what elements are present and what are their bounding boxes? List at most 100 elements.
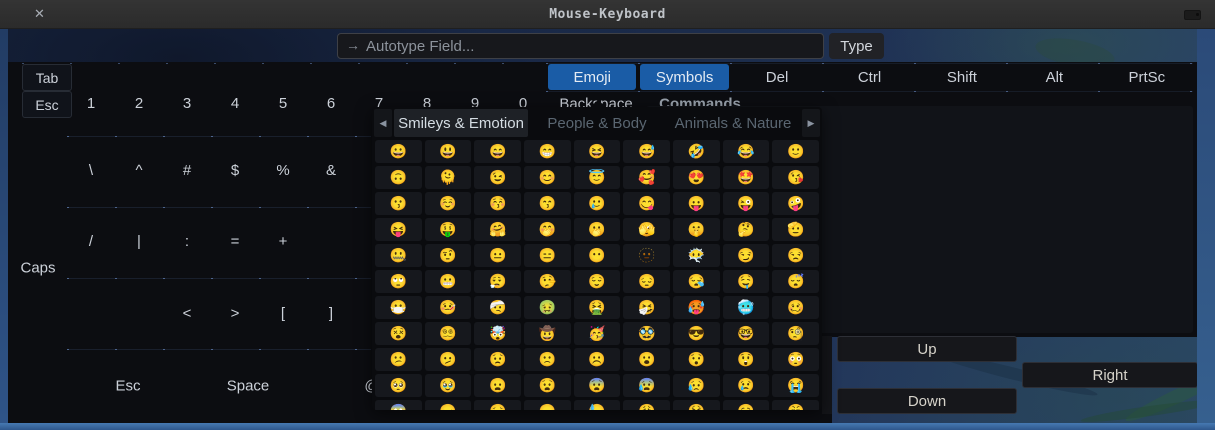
emoji-key[interactable]: ☹️ xyxy=(574,348,621,371)
emoji-key[interactable]: 😧 xyxy=(524,374,571,397)
symbol-key[interactable]: < xyxy=(163,300,211,328)
number-key[interactable]: 3 xyxy=(163,90,211,117)
emoji-key[interactable]: 🤫 xyxy=(673,218,720,241)
number-key[interactable]: 5 xyxy=(259,90,307,117)
emoji-key[interactable]: 😥 xyxy=(673,374,720,397)
right-button[interactable]: Right xyxy=(1022,362,1198,388)
emoji-key[interactable]: 😗 xyxy=(375,192,422,215)
emoji-key[interactable]: 😶 xyxy=(574,244,621,267)
emoji-key[interactable]: 🤨 xyxy=(425,244,472,267)
symbol-key[interactable]: > xyxy=(211,300,259,328)
emoji-key[interactable]: 😪 xyxy=(673,270,720,293)
symbol-key[interactable]: \ xyxy=(67,157,115,185)
emoji-key[interactable]: 😴 xyxy=(772,270,819,293)
symbol-key[interactable]: [ xyxy=(259,300,307,328)
emoji-key[interactable]: 😓 xyxy=(574,400,621,410)
emoji-key[interactable]: 😂 xyxy=(723,140,770,163)
emoji-key[interactable]: 🤠 xyxy=(524,322,571,345)
autotype-input[interactable] xyxy=(337,33,824,59)
emoji-key[interactable]: 🤓 xyxy=(723,322,770,345)
emoji-key[interactable]: 😶‍🌫️ xyxy=(673,244,720,267)
emoji-key[interactable]: 😲 xyxy=(723,348,770,371)
emoji-key[interactable]: 😭 xyxy=(772,374,819,397)
emoji-key[interactable]: 🤕 xyxy=(474,296,521,319)
action-key[interactable]: Symbols xyxy=(640,64,728,90)
emoji-key[interactable]: 🥴 xyxy=(772,296,819,319)
symbol-key[interactable]: $ xyxy=(211,157,259,185)
emoji-key[interactable]: 🥹 xyxy=(425,374,472,397)
emoji-key[interactable]: 🤐 xyxy=(375,244,422,267)
emoji-key[interactable]: 🥺 xyxy=(375,374,422,397)
prev-category-icon[interactable]: ◀ xyxy=(374,109,392,137)
emoji-key[interactable]: 😱 xyxy=(375,400,422,410)
emoji-key[interactable]: 🤪 xyxy=(772,192,819,215)
emoji-key[interactable]: 🤗 xyxy=(474,218,521,241)
emoji-key[interactable]: 😌 xyxy=(574,270,621,293)
space-key[interactable]: Space xyxy=(227,378,270,395)
emoji-key[interactable]: 😟 xyxy=(474,348,521,371)
emoji-key[interactable]: 😢 xyxy=(723,374,770,397)
emoji-key[interactable]: 😆 xyxy=(574,140,621,163)
emoji-key[interactable]: 😤 xyxy=(772,400,819,410)
symbol-key[interactable]: & xyxy=(307,157,355,185)
emoji-key[interactable]: 😣 xyxy=(474,400,521,410)
emoji-key[interactable]: 🤤 xyxy=(723,270,770,293)
emoji-key[interactable]: 😙 xyxy=(524,192,571,215)
esc-key[interactable]: Esc xyxy=(22,91,72,118)
emoji-key[interactable]: 😕 xyxy=(375,348,422,371)
emoji-key[interactable]: 😬 xyxy=(425,270,472,293)
emoji-key[interactable]: 🤢 xyxy=(524,296,571,319)
number-key[interactable]: 1 xyxy=(67,90,115,117)
emoji-key[interactable]: 😄 xyxy=(474,140,521,163)
emoji-key[interactable]: 🤮 xyxy=(574,296,621,319)
symbol-key[interactable]: # xyxy=(163,157,211,185)
emoji-key[interactable]: 😊 xyxy=(524,166,571,189)
emoji-category-tab[interactable]: Animals & Nature xyxy=(666,109,800,137)
emoji-key[interactable]: 🧐 xyxy=(772,322,819,345)
symbol-key[interactable]: : xyxy=(163,228,211,256)
emoji-key[interactable]: 😅 xyxy=(623,140,670,163)
emoji-key[interactable]: 🤩 xyxy=(723,166,770,189)
action-key[interactable]: Ctrl xyxy=(825,64,913,90)
emoji-key[interactable]: 😀 xyxy=(375,140,422,163)
action-key[interactable]: Alt xyxy=(1010,64,1098,90)
symbol-key[interactable]: / xyxy=(67,228,115,256)
emoji-key[interactable]: ☺️ xyxy=(425,192,472,215)
emoji-key[interactable]: 😮 xyxy=(623,348,670,371)
emoji-key[interactable]: 😨 xyxy=(574,374,621,397)
emoji-key[interactable]: 🫠 xyxy=(425,166,472,189)
emoji-key[interactable]: 😛 xyxy=(673,192,720,215)
emoji-key[interactable]: 🥳 xyxy=(574,322,621,345)
emoji-key[interactable]: 🥵 xyxy=(673,296,720,319)
emoji-key[interactable]: 😎 xyxy=(673,322,720,345)
emoji-key[interactable]: 🫣 xyxy=(623,218,670,241)
emoji-key[interactable]: 😖 xyxy=(425,400,472,410)
emoji-key[interactable]: 😒 xyxy=(772,244,819,267)
emoji-key[interactable]: 😞 xyxy=(524,400,571,410)
number-key[interactable]: 6 xyxy=(307,90,355,117)
emoji-key[interactable]: 🤧 xyxy=(623,296,670,319)
down-button[interactable]: Down xyxy=(837,388,1017,414)
emoji-key[interactable]: 😦 xyxy=(474,374,521,397)
emoji-key[interactable]: 🥸 xyxy=(623,322,670,345)
number-key[interactable]: 4 xyxy=(211,90,259,117)
emoji-key[interactable]: 🥶 xyxy=(723,296,770,319)
emoji-key[interactable]: 🤥 xyxy=(524,270,571,293)
action-key[interactable]: Del xyxy=(733,64,821,90)
emoji-key[interactable]: 😏 xyxy=(723,244,770,267)
symbol-key[interactable]: = xyxy=(211,228,259,256)
emoji-key[interactable]: 🥲 xyxy=(574,192,621,215)
symbol-key[interactable]: % xyxy=(259,157,307,185)
emoji-key[interactable]: 🫥 xyxy=(623,244,670,267)
emoji-key[interactable]: 🙁 xyxy=(524,348,571,371)
emoji-key[interactable]: 😳 xyxy=(772,348,819,371)
close-icon[interactable]: ✕ xyxy=(34,0,45,28)
emoji-key[interactable]: 🙂 xyxy=(772,140,819,163)
emoji-key[interactable]: 😮‍💨 xyxy=(474,270,521,293)
emoji-key[interactable]: 😐 xyxy=(474,244,521,267)
emoji-key[interactable]: 🫢 xyxy=(574,218,621,241)
emoji-key[interactable]: 😑 xyxy=(524,244,571,267)
emoji-key[interactable]: 🥱 xyxy=(723,400,770,410)
type-button[interactable]: Type xyxy=(829,33,884,59)
emoji-key[interactable]: 🤑 xyxy=(425,218,472,241)
